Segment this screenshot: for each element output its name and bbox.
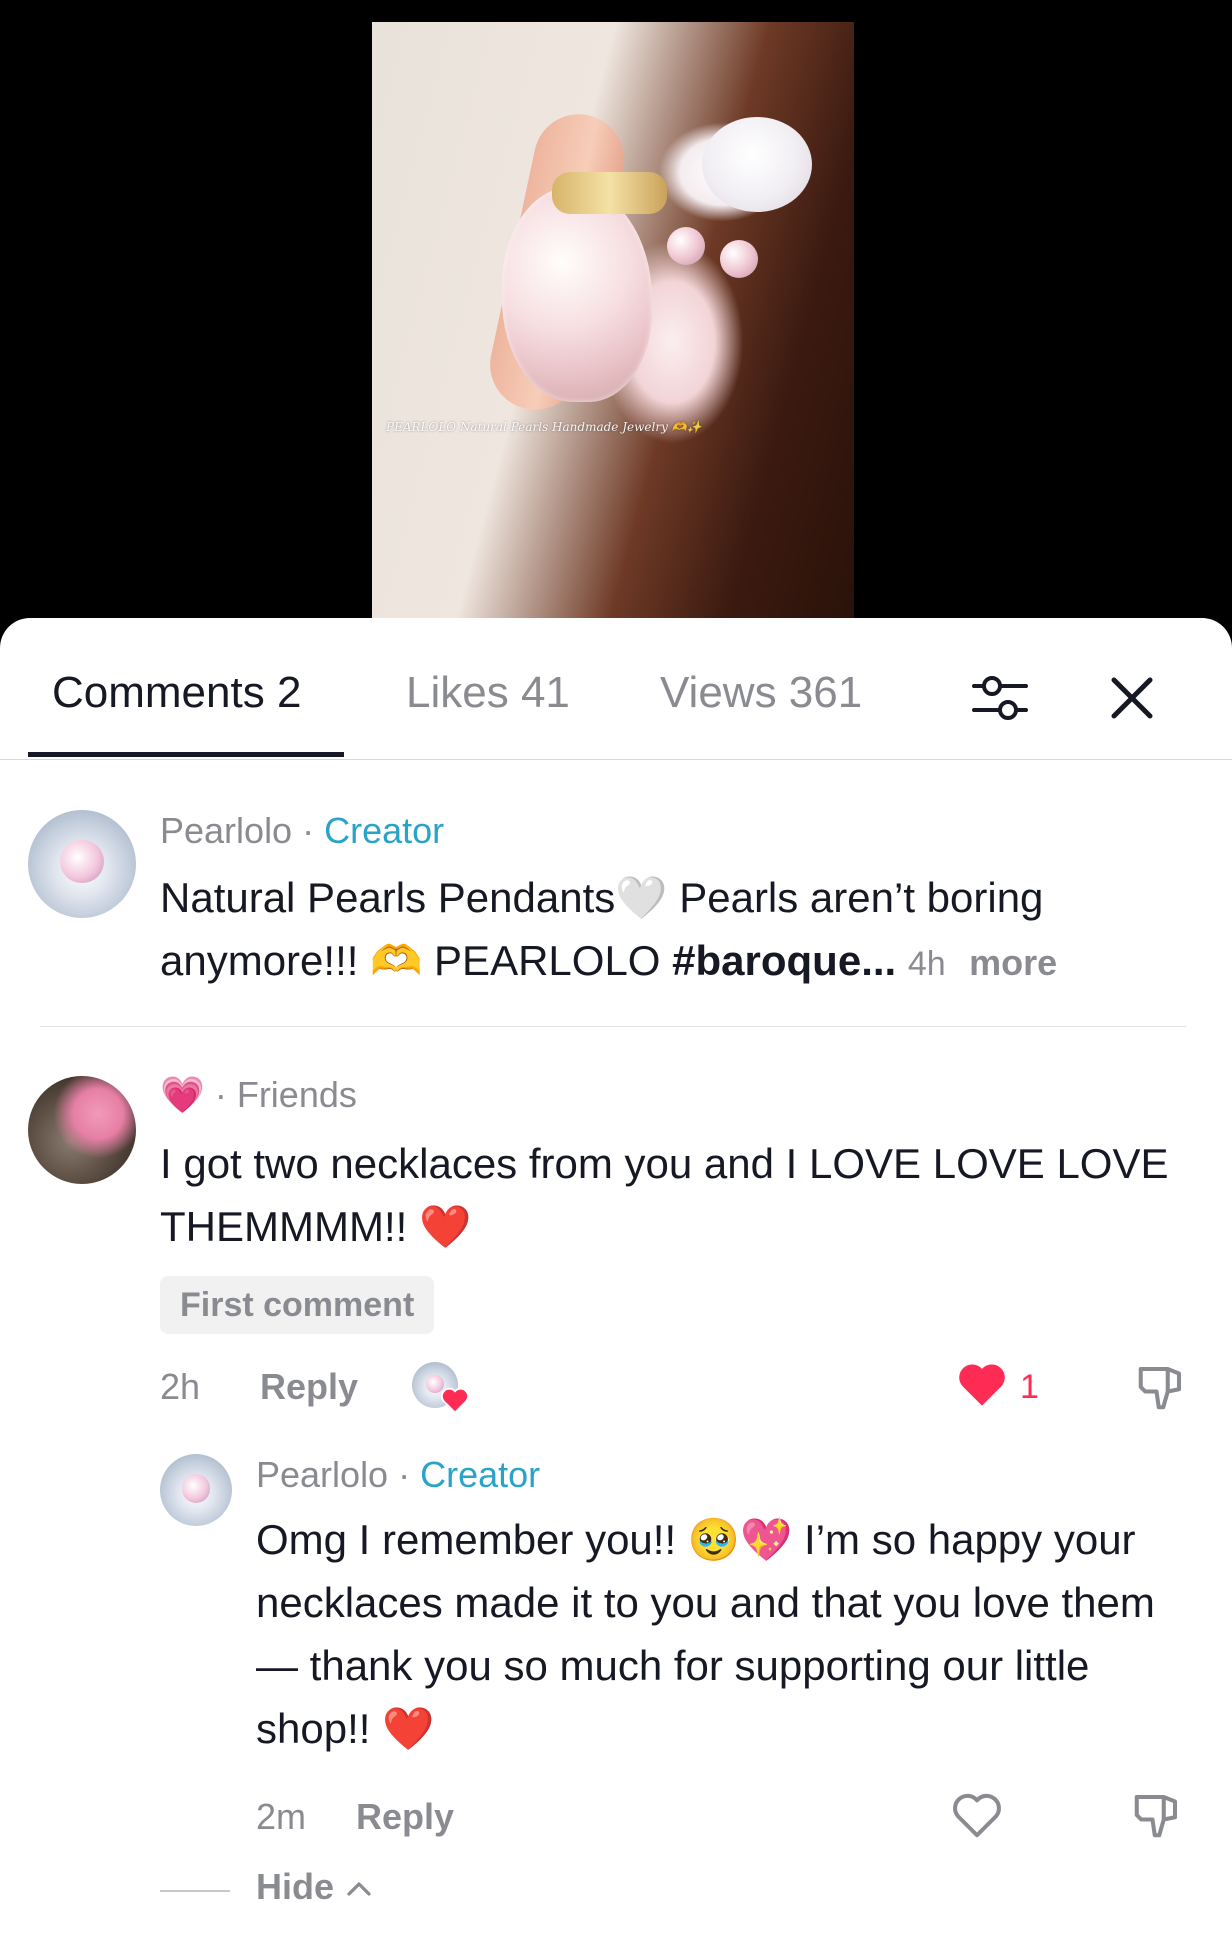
cloud-pearl xyxy=(702,117,812,212)
small-pearl xyxy=(720,240,758,278)
comment-meta: 💗 · Friends xyxy=(160,1074,357,1115)
comments-sheet: Comments 2 Likes 41 Views 361 Pearlolo ·… xyxy=(0,618,1232,1938)
active-tab-indicator xyxy=(28,752,344,757)
reply-button[interactable]: Reply xyxy=(356,1796,454,1838)
first-comment-badge: First comment xyxy=(160,1276,435,1334)
heart-icon[interactable] xyxy=(956,1360,1008,1408)
tabs-divider xyxy=(0,759,1232,760)
reply-text: Omg I remember you!! 🥹💖 I’m so happy you… xyxy=(256,1516,1155,1752)
friends-label: Friends xyxy=(236,1074,357,1115)
more-link[interactable]: more xyxy=(969,942,1057,983)
baroque-pearl xyxy=(502,187,652,402)
hide-replies-button[interactable]: Hide xyxy=(256,1866,374,1908)
avatar[interactable] xyxy=(28,1076,136,1184)
tab-views[interactable]: Views 361 xyxy=(660,668,862,718)
heart-icon[interactable] xyxy=(950,1790,1004,1840)
author-name[interactable]: Pearlolo xyxy=(160,810,292,851)
tab-bar: Comments 2 Likes 41 Views 361 xyxy=(0,618,1232,760)
like-count: 1 xyxy=(1020,1368,1039,1406)
creator-label: Creator xyxy=(420,1454,541,1495)
reply-meta: Pearlolo · Creator xyxy=(256,1454,541,1495)
reply-button[interactable]: Reply xyxy=(260,1366,358,1408)
tab-comments[interactable]: Comments 2 xyxy=(52,668,301,718)
comment-text: Natural Pearls Pendants🤍 Pearls aren’t b… xyxy=(160,874,1058,984)
video-watermark: PEARLOLO Natural Pearls Handmade Jewelry… xyxy=(386,420,702,434)
creator-label: Creator xyxy=(324,810,445,851)
hide-divider xyxy=(160,1890,230,1892)
small-pearl xyxy=(667,227,705,265)
comment-text: I got two necklaces from you and I LOVE … xyxy=(160,1140,1169,1250)
thumbs-down-icon[interactable] xyxy=(1130,1788,1184,1842)
comment-divider xyxy=(40,1026,1186,1027)
gold-bow xyxy=(552,172,667,214)
thumbs-down-icon[interactable] xyxy=(1134,1360,1188,1414)
close-icon[interactable] xyxy=(1100,666,1164,730)
comment-time: 2h xyxy=(160,1366,201,1407)
author-name[interactable]: Pearlolo xyxy=(256,1454,388,1495)
heart-icon xyxy=(440,1387,470,1414)
comment-meta: Pearlolo · Creator xyxy=(160,810,445,851)
video-preview[interactable]: PEARLOLO Natural Pearls Handmade Jewelry… xyxy=(372,22,854,620)
comment-time: 4h xyxy=(907,945,946,983)
avatar[interactable] xyxy=(28,810,136,918)
hashtag-link[interactable]: #baroque xyxy=(672,937,861,984)
filter-sliders-icon[interactable] xyxy=(968,666,1032,730)
reply-time: 2m xyxy=(256,1796,307,1837)
chevron-up-icon xyxy=(347,1882,371,1897)
tab-likes[interactable]: Likes 41 xyxy=(406,668,570,718)
author-name[interactable]: 💗 xyxy=(160,1074,205,1115)
avatar[interactable] xyxy=(160,1454,232,1526)
